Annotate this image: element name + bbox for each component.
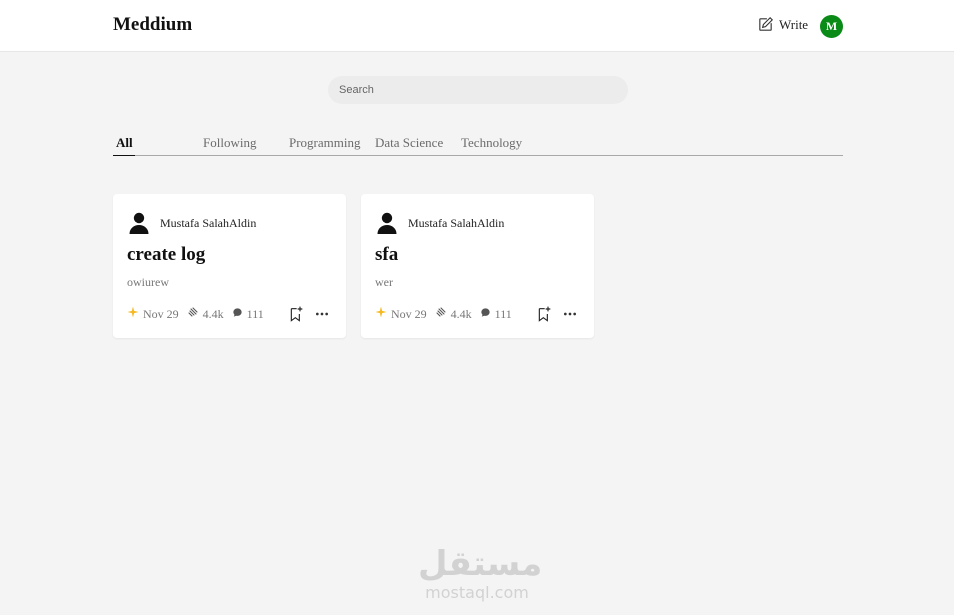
author-row: Mustafa SalahAldin xyxy=(127,211,256,235)
comment-icon xyxy=(480,307,491,322)
author-name[interactable]: Mustafa SalahAldin xyxy=(160,216,256,231)
clap-count: 4.4k xyxy=(202,306,224,321)
top-header: Meddium Write M xyxy=(0,0,954,52)
post-title[interactable]: sfa xyxy=(375,244,398,266)
comments-item[interactable]: 111 xyxy=(232,307,264,322)
bookmark-add-icon[interactable] xyxy=(289,306,303,322)
user-avatar[interactable]: M xyxy=(820,15,843,38)
comment-icon xyxy=(232,307,243,322)
more-options-icon[interactable] xyxy=(314,306,330,322)
tab-data-science[interactable]: Data Science xyxy=(375,135,443,151)
comment-count: 111 xyxy=(494,306,512,321)
comment-count: 111 xyxy=(246,306,264,321)
tab-following[interactable]: Following xyxy=(203,135,256,151)
clap-icon xyxy=(435,306,447,322)
user-icon xyxy=(127,211,151,235)
edit-icon xyxy=(757,16,774,33)
category-tabs: All Following Programming Data Science T… xyxy=(113,134,843,156)
write-button[interactable]: Write xyxy=(757,16,808,33)
claps-item[interactable]: 4.4k xyxy=(435,306,472,322)
date-item: Nov 29 xyxy=(375,306,427,322)
post-card[interactable]: Mustafa SalahAldin create log owiurew No… xyxy=(113,194,346,338)
post-card[interactable]: Mustafa SalahAldin sfa wer Nov 29 4.4k 1… xyxy=(361,194,594,338)
write-label: Write xyxy=(779,16,809,32)
author-name[interactable]: Mustafa SalahAldin xyxy=(408,216,504,231)
date-item: Nov 29 xyxy=(127,306,179,322)
post-subtitle: wer xyxy=(375,275,393,289)
post-meta: Nov 29 4.4k 111 xyxy=(375,306,520,322)
user-icon xyxy=(375,211,399,235)
active-tab-underline xyxy=(113,155,135,156)
author-row: Mustafa SalahAldin xyxy=(375,211,504,235)
more-options-icon[interactable] xyxy=(562,306,578,322)
bookmark-add-icon[interactable] xyxy=(537,306,551,322)
tab-all[interactable]: All xyxy=(116,135,133,151)
watermark-arabic: مستقل xyxy=(418,544,543,584)
post-meta: Nov 29 4.4k 111 xyxy=(127,306,272,322)
watermark-latin: mostaql.com xyxy=(425,583,529,602)
comments-item[interactable]: 111 xyxy=(480,307,512,322)
site-logo[interactable]: Meddium xyxy=(113,14,192,36)
clap-count: 4.4k xyxy=(450,306,472,321)
post-date: Nov 29 xyxy=(143,306,179,321)
clap-icon xyxy=(187,306,199,322)
post-subtitle: owiurew xyxy=(127,275,169,289)
star-icon xyxy=(375,306,387,322)
star-icon xyxy=(127,306,139,322)
claps-item[interactable]: 4.4k xyxy=(187,306,224,322)
post-date: Nov 29 xyxy=(391,306,427,321)
tab-technology[interactable]: Technology xyxy=(461,135,522,151)
post-title[interactable]: create log xyxy=(127,244,205,266)
search-input[interactable] xyxy=(328,76,628,104)
tab-programming[interactable]: Programming xyxy=(289,135,361,151)
watermark: مستقل mostaql.com xyxy=(418,544,543,603)
